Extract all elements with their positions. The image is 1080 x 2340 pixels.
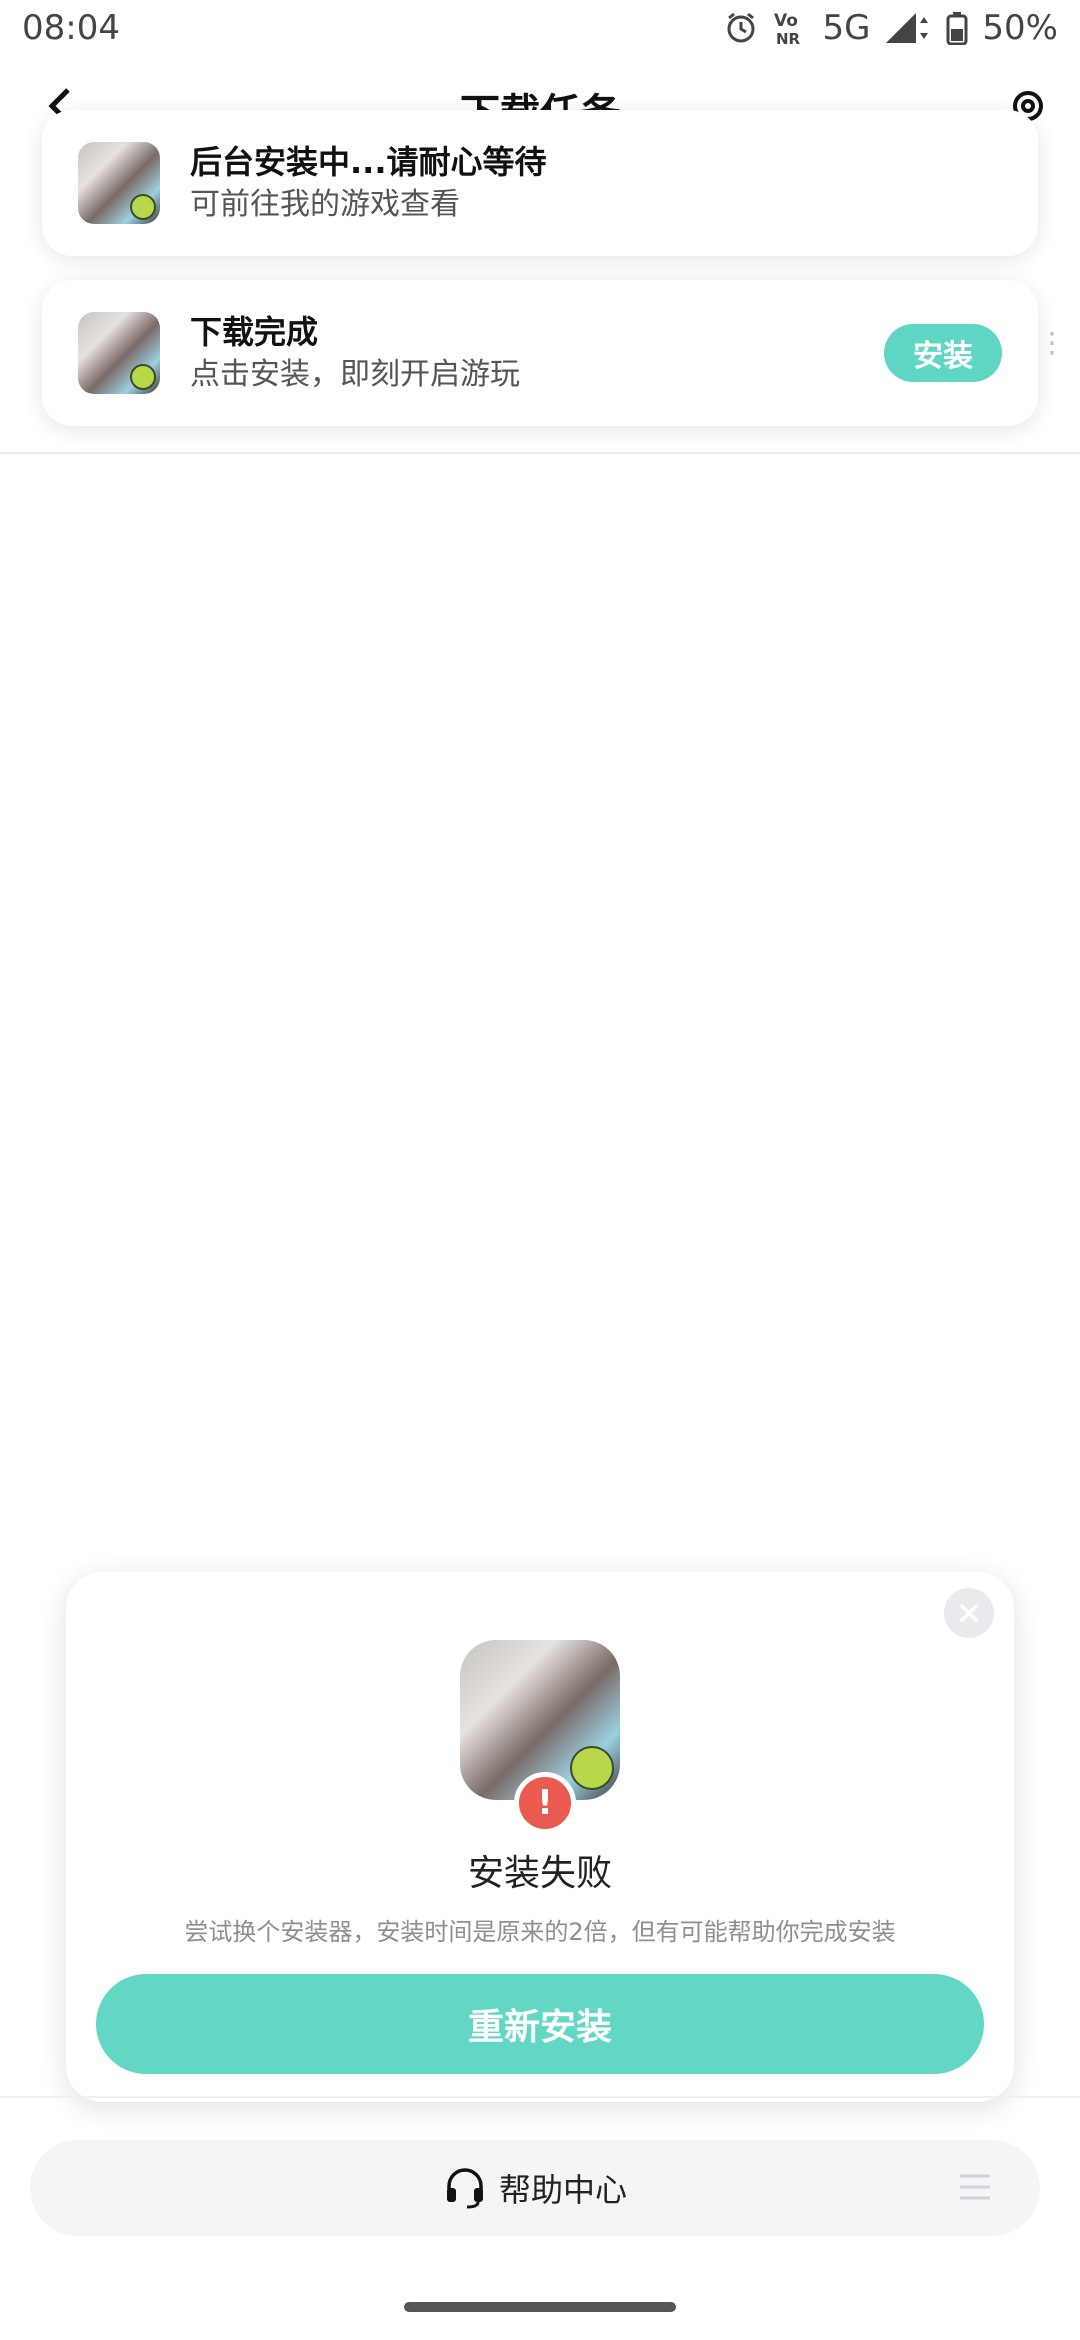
home-indicator[interactable] bbox=[404, 2302, 676, 2312]
status-time: 08:04 bbox=[22, 8, 120, 48]
download-complete-toast[interactable]: 下载完成 点击安装，即刻开启游玩 安装 bbox=[42, 280, 1038, 426]
badge-icon bbox=[130, 194, 156, 220]
network-type: 5G bbox=[822, 8, 871, 48]
alarm-icon bbox=[724, 11, 758, 45]
battery-icon bbox=[946, 11, 968, 45]
more-dots-icon[interactable]: ⋮ bbox=[1038, 326, 1066, 359]
bottom-divider bbox=[0, 2096, 1080, 2098]
dialog-description: 尝试换个安装器，安装时间是原来的2倍，但有可能帮助你完成安装 bbox=[184, 1918, 896, 1946]
toast-title: 下载完成 bbox=[190, 313, 319, 351]
badge-icon bbox=[130, 364, 156, 390]
status-icons: Vo NR 5G 50% bbox=[724, 8, 1058, 48]
svg-text:NR: NR bbox=[776, 30, 801, 48]
toast-subtitle: 可前往我的游戏查看 bbox=[190, 187, 460, 222]
toast-text: 下载完成 点击安装，即刻开启游玩 bbox=[190, 310, 884, 396]
reinstall-button[interactable]: 重新安装 bbox=[96, 1974, 984, 2074]
vonr-icon: Vo NR bbox=[772, 8, 808, 48]
help-center-label: 帮助中心 bbox=[498, 2171, 627, 2209]
game-app-icon bbox=[78, 312, 160, 394]
header-divider bbox=[0, 452, 1080, 454]
help-center-bar[interactable]: 帮助中心 bbox=[30, 2140, 1040, 2236]
install-button[interactable]: 安装 bbox=[884, 324, 1002, 382]
headset-icon bbox=[443, 2166, 487, 2210]
signal-icon bbox=[884, 11, 932, 45]
dialog-title: 安装失败 bbox=[467, 1853, 612, 1894]
battery-percent: 50% bbox=[982, 8, 1058, 48]
toast-text: 后台安装中...请耐心等待 可前往我的游戏查看 bbox=[190, 140, 1002, 226]
badge-icon bbox=[570, 1746, 614, 1790]
menu-icon[interactable] bbox=[958, 2170, 992, 2208]
svg-text:Vo: Vo bbox=[774, 11, 798, 31]
install-progress-toast[interactable]: 后台安装中...请耐心等待 可前往我的游戏查看 bbox=[42, 110, 1038, 256]
error-icon: ! bbox=[514, 1772, 576, 1834]
game-app-icon bbox=[78, 142, 160, 224]
close-icon[interactable] bbox=[944, 1588, 994, 1638]
toast-subtitle: 点击安装，即刻开启游玩 bbox=[190, 357, 520, 392]
install-failed-dialog: ! 安装失败 尝试换个安装器，安装时间是原来的2倍，但有可能帮助你完成安装 重新… bbox=[66, 1572, 1014, 2102]
status-bar: 08:04 Vo NR 5G 50% bbox=[0, 0, 1080, 56]
toast-title: 后台安装中...请耐心等待 bbox=[190, 143, 547, 181]
